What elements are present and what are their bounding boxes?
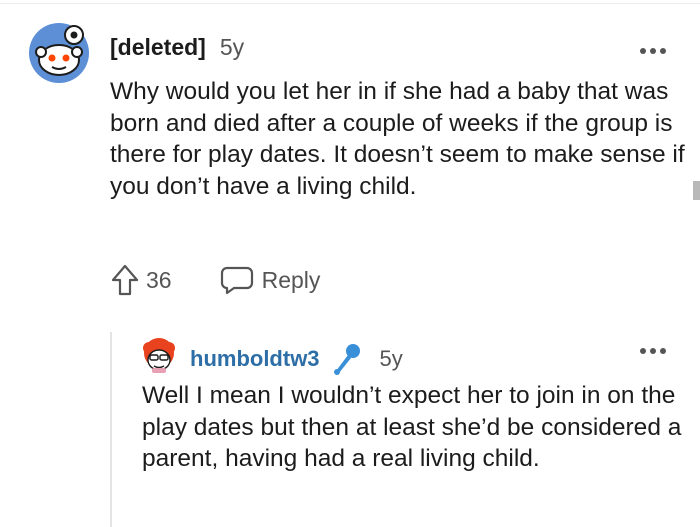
reply-meta: humboldtw3 5y [190, 342, 403, 376]
snoo-avatar-icon[interactable] [28, 22, 90, 84]
top-divider [0, 3, 700, 4]
comment-meta: [deleted] 5y [110, 34, 244, 61]
user-avatar-icon[interactable] [140, 336, 178, 374]
comment-age: 5y [219, 34, 245, 60]
microphone-icon [333, 344, 360, 375]
comment-actions: 36 Reply [110, 262, 320, 298]
comment-author[interactable]: [deleted] [110, 34, 206, 60]
reply-button[interactable]: Reply [220, 265, 321, 295]
reply-author[interactable]: humboldtw3 [190, 346, 320, 372]
comment-body: Why would you let her in if she had a ba… [110, 78, 685, 200]
thread-line[interactable] [110, 332, 112, 527]
reply-age: 5y [379, 346, 403, 371]
more-options-icon[interactable] [640, 347, 666, 355]
reply-label: Reply [261, 266, 321, 293]
scrollbar-thumb[interactable] [693, 181, 700, 200]
upvote-button[interactable]: 36 [110, 263, 172, 297]
reply-bubble-icon [220, 266, 253, 295]
reply-body: Well I mean I wouldn’t expect her to joi… [142, 382, 682, 472]
upvote-arrow-icon [111, 264, 139, 296]
vote-count: 36 [146, 266, 172, 293]
more-options-icon[interactable] [640, 47, 666, 55]
